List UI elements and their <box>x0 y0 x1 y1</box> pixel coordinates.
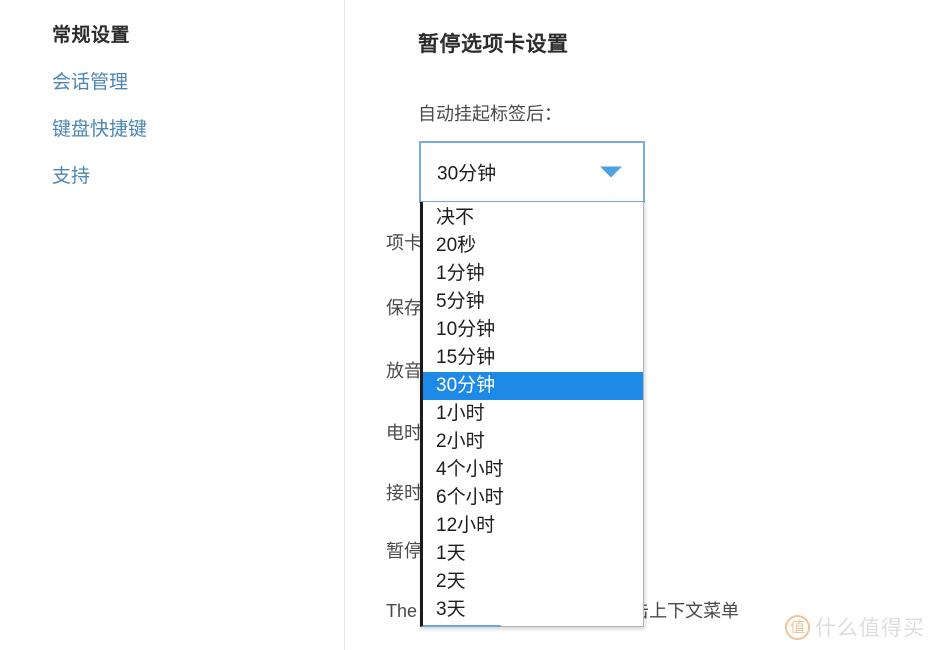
sidebar-nav: 会话管理 键盘快捷键 支持 <box>52 73 312 214</box>
background-option-row: 项卡 <box>386 233 422 253</box>
dropdown-option[interactable]: 5分钟 <box>423 288 643 316</box>
dropdown-option[interactable]: 决不 <box>423 204 643 232</box>
dropdown-option[interactable]: 3天 <box>423 596 643 624</box>
settings-page: 常规设置 会话管理 键盘快捷键 支持 暂停选项卡设置 自动挂起标签后： 项卡保存… <box>0 0 933 650</box>
sidebar-item-session-management[interactable]: 会话管理 <box>52 73 312 92</box>
dropdown-option[interactable]: 4个小时 <box>423 456 643 484</box>
dropdown-option[interactable]: 1分钟 <box>423 260 643 288</box>
sidebar-title: 常规设置 <box>52 25 131 46</box>
dropdown-option[interactable]: 1小时 <box>423 400 643 428</box>
dropdown-option[interactable]: 30分钟 <box>423 372 643 400</box>
auto-suspend-delay-dropdown[interactable]: 决不 20秒 1分钟 5分钟 10分钟 15分钟 30分钟 1小时 2小时 4个小时 6个小时 12小… <box>420 202 644 627</box>
dropdown-option[interactable]: 6个小时 <box>423 484 643 512</box>
auto-suspend-delay-value: 30分钟 <box>437 163 497 185</box>
chevron-down-icon <box>600 166 622 178</box>
dropdown-option[interactable]: 15分钟 <box>423 344 643 372</box>
dropdown-option[interactable]: 12小时 <box>423 512 643 540</box>
dropdown-option[interactable]: 1天 <box>423 540 643 568</box>
auto-suspend-delay-select[interactable]: 30分钟 <box>419 141 645 203</box>
dropdown-option[interactable]: 2天 <box>423 568 643 596</box>
dropdown-option[interactable]: 20秒 <box>423 232 643 260</box>
sidebar: 常规设置 会话管理 键盘快捷键 支持 <box>0 0 345 650</box>
dropdown-option[interactable]: 2小时 <box>423 428 643 456</box>
dropdown-underline <box>423 625 501 627</box>
sidebar-item-keyboard-shortcuts[interactable]: 键盘快捷键 <box>52 120 312 139</box>
sidebar-item-support[interactable]: 支持 <box>52 167 312 186</box>
dropdown-option[interactable]: 10分钟 <box>423 316 643 344</box>
